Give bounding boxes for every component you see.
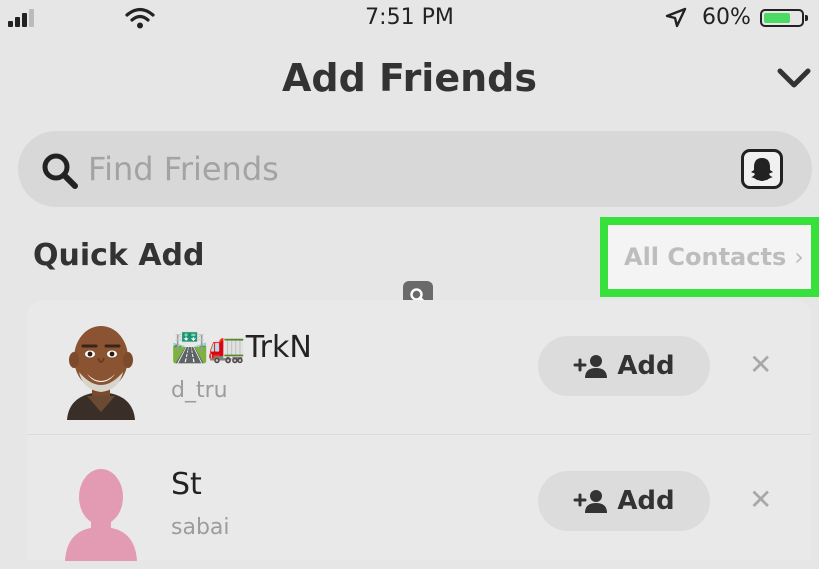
all-contacts-label: All Contacts bbox=[624, 243, 787, 271]
contact-name: 🛣️🚛TrkN bbox=[171, 330, 312, 365]
contact-username: d_tru bbox=[171, 378, 228, 403]
location-arrow-icon bbox=[665, 7, 687, 28]
contact-name: St bbox=[171, 467, 202, 502]
search-icon bbox=[42, 153, 78, 189]
close-icon[interactable]: ✕ bbox=[749, 483, 772, 516]
add-button-label: Add bbox=[617, 486, 675, 516]
chevron-right-icon: › bbox=[794, 243, 804, 271]
add-button-label: Add bbox=[617, 351, 675, 381]
status-time: 7:51 PM bbox=[365, 5, 454, 30]
add-friend-button[interactable]: Add bbox=[538, 336, 710, 396]
add-user-icon bbox=[573, 490, 608, 513]
contact-emoji: 🛣️🚛 bbox=[171, 330, 246, 365]
bitmoji-avatar bbox=[67, 326, 135, 420]
chevron-down-icon[interactable] bbox=[776, 66, 812, 90]
contact-display-name: TrkN bbox=[245, 330, 312, 365]
list-item[interactable]: 🛣️🚛TrkN d_tru Add ✕ bbox=[27, 300, 811, 434]
ghost-button[interactable] bbox=[741, 149, 783, 189]
close-icon[interactable]: ✕ bbox=[749, 348, 772, 381]
search-bar[interactable] bbox=[18, 131, 812, 207]
page-title: Add Friends bbox=[282, 56, 537, 100]
contact-username: sabai bbox=[171, 515, 230, 540]
all-contacts-highlight: All Contacts › bbox=[600, 217, 819, 297]
search-input[interactable] bbox=[88, 145, 688, 193]
list-item[interactable]: St sabai Add ✕ bbox=[27, 434, 811, 569]
quick-add-list: 🛣️🚛TrkN d_tru Add ✕ St sabai Add ✕ bbox=[27, 300, 811, 561]
add-friend-button[interactable]: Add bbox=[538, 471, 710, 531]
quick-add-heading: Quick Add bbox=[33, 238, 205, 273]
status-bar: 7:51 PM 60% bbox=[0, 0, 819, 38]
battery-icon bbox=[760, 9, 808, 27]
battery-percent: 60% bbox=[702, 5, 751, 30]
ghost-icon bbox=[751, 158, 773, 181]
all-contacts-link[interactable]: All Contacts › bbox=[608, 225, 811, 289]
add-user-icon bbox=[573, 355, 608, 378]
default-avatar-silhouette bbox=[65, 469, 137, 561]
